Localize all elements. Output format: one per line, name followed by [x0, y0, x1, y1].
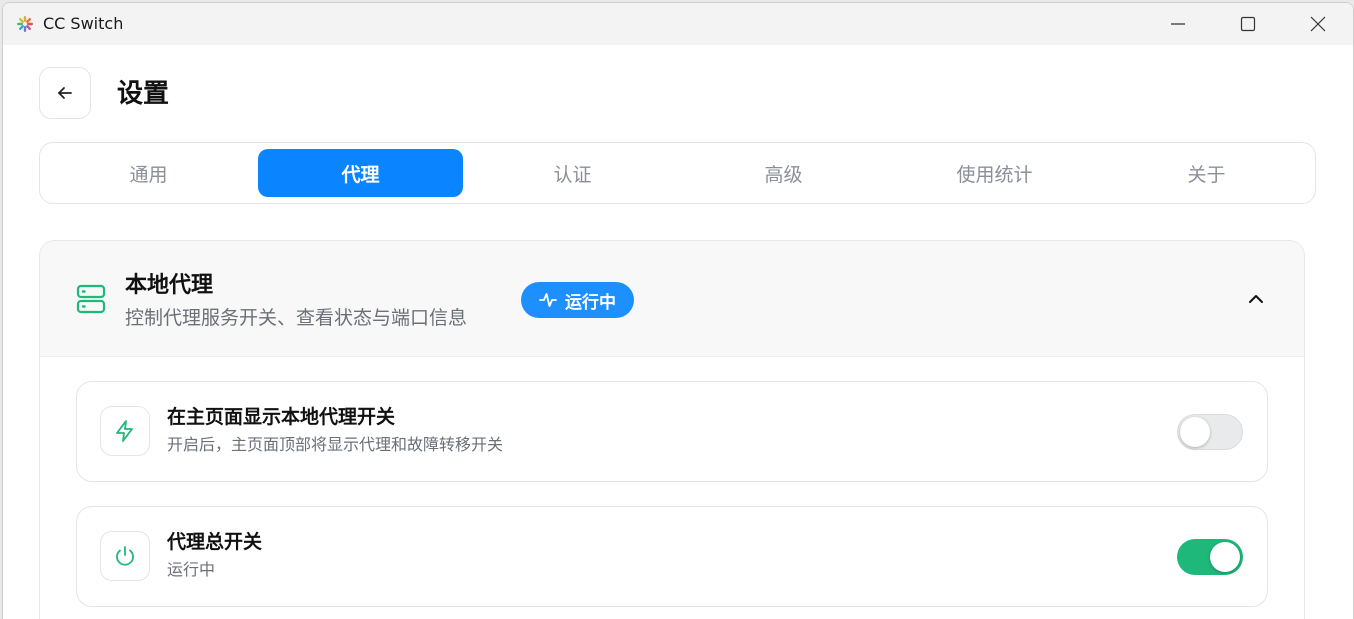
- collapse-button[interactable]: [1243, 286, 1269, 312]
- show-proxy-toggle-row: 在主页面显示本地代理开关 开启后，主页面顶部将显示代理和故障转移开关: [76, 381, 1268, 482]
- section-subtitle: 控制代理服务开关、查看状态与端口信息: [125, 307, 468, 329]
- arrow-left-icon: [58, 87, 72, 99]
- local-proxy-section-header[interactable]: 本地代理 控制代理服务开关、查看状态与端口信息 运行中: [40, 241, 1304, 357]
- proxy-master-switch-row: 代理总开关 运行中: [76, 506, 1268, 607]
- close-button[interactable]: [1283, 3, 1353, 45]
- tab-general[interactable]: 通用: [46, 149, 251, 197]
- chevron-up-icon: [1249, 295, 1263, 303]
- power-icon: [116, 546, 134, 566]
- show-proxy-toggle[interactable]: [1177, 414, 1243, 450]
- tab-advanced[interactable]: 高级: [681, 149, 886, 197]
- tab-auth[interactable]: 认证: [470, 149, 675, 197]
- toggle-knob: [1180, 417, 1210, 447]
- row-subtitle: 开启后，主页面顶部将显示代理和故障转移开关: [167, 435, 504, 454]
- app-window: CC Switch 设置 通用 代理 认证 高级 使用统计 关于 本地代理 控制…: [2, 2, 1354, 619]
- app-title: CC Switch: [43, 14, 124, 33]
- app-logo-icon: [17, 16, 33, 32]
- row-title: 在主页面显示本地代理开关: [167, 406, 396, 428]
- minimize-button[interactable]: [1143, 3, 1213, 45]
- status-badge: 运行中: [521, 282, 634, 318]
- maximize-icon: [1240, 16, 1256, 32]
- server-icon: [76, 284, 106, 314]
- maximize-button[interactable]: [1213, 3, 1283, 45]
- status-badge-label: 运行中: [565, 292, 616, 313]
- page-title: 设置: [117, 79, 170, 109]
- tab-usage-stats[interactable]: 使用统计: [892, 149, 1097, 197]
- row-title: 代理总开关: [167, 531, 263, 553]
- settings-tabs: 通用 代理 认证 高级 使用统计 关于: [39, 142, 1316, 204]
- back-button[interactable]: [39, 67, 91, 119]
- section-title: 本地代理: [125, 273, 214, 298]
- tab-proxy[interactable]: 代理: [258, 149, 463, 197]
- tab-about[interactable]: 关于: [1104, 149, 1309, 197]
- minimize-icon: [1171, 23, 1185, 25]
- zap-icon-box: [100, 406, 150, 456]
- row-subtitle: 运行中: [167, 560, 216, 579]
- title-bar: CC Switch: [3, 3, 1353, 45]
- power-icon-box: [100, 531, 150, 581]
- zap-icon: [116, 420, 133, 442]
- local-proxy-section: 本地代理 控制代理服务开关、查看状态与端口信息 运行中 在主页面显示本地代理开关…: [39, 240, 1305, 619]
- proxy-master-toggle[interactable]: [1177, 539, 1243, 575]
- toggle-knob: [1210, 542, 1240, 572]
- activity-icon: [539, 293, 557, 307]
- close-icon: [1310, 16, 1326, 32]
